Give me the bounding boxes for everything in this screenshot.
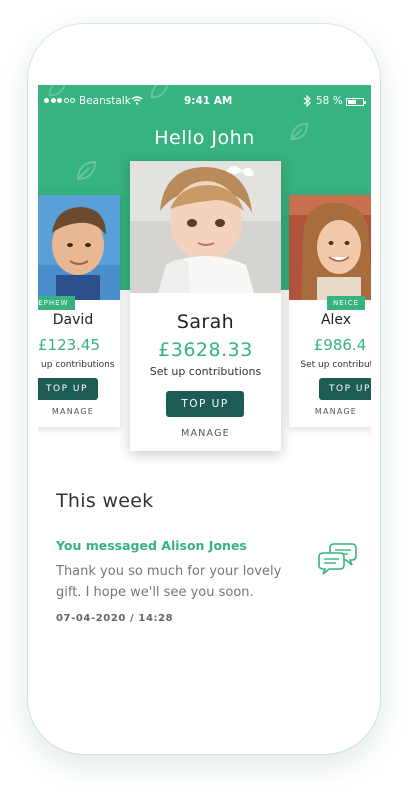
bluetooth-icon [303, 95, 311, 107]
activity-timestamp: 07-04-2020 / 14:28 [56, 613, 174, 624]
child-name: Sarah [176, 311, 235, 333]
carrier-name: Beanstalk [79, 95, 131, 107]
wifi-icon [131, 96, 143, 105]
manage-link[interactable]: MANAGE [130, 428, 281, 439]
child-card-david[interactable]: NEPHEW David £123.45 Set up contribution… [38, 195, 120, 427]
child-balance: £986.4 [313, 336, 367, 354]
child-card-alex[interactable]: NEICE Alex £986.4 Set up contributions T… [289, 195, 371, 427]
child-card-sarah[interactable]: Sarah £3628.33 Set up contributions TOP … [130, 161, 281, 451]
setup-contributions-link[interactable]: Set up contributions [38, 360, 116, 370]
status-bar: Beanstalk 9:41 AM 58 % [38, 85, 371, 119]
top-up-button[interactable]: TOP UP [166, 391, 244, 417]
manage-link[interactable]: MANAGE [38, 407, 120, 416]
child-balance: £3628.33 [158, 339, 253, 361]
top-up-button[interactable]: TOP UP [38, 378, 98, 400]
activity-message: Thank you so much for your lovely gift. … [56, 564, 282, 600]
child-name: David [52, 312, 94, 328]
relationship-badge: NEPHEW [38, 296, 75, 310]
child-balance: £123.45 [38, 336, 101, 354]
section-title: This week [56, 490, 154, 512]
battery-icon [346, 98, 366, 106]
chat-bubbles-icon[interactable] [318, 540, 358, 576]
child-name: Alex [320, 312, 352, 328]
child-photo-alex [289, 195, 371, 300]
signal-strength-icon [44, 98, 75, 103]
battery-percent: 58 % [316, 95, 343, 107]
top-up-button[interactable]: TOP UP [319, 378, 371, 400]
setup-contributions-link[interactable]: Set up contributions [130, 365, 281, 378]
child-photo-sarah [130, 161, 281, 293]
activity-title[interactable]: You messaged Alison Jones [56, 538, 247, 553]
relationship-badge: NEICE [327, 296, 366, 310]
leaf-icon [76, 160, 97, 181]
clock: 9:41 AM [184, 95, 233, 107]
greeting-title: Hello John [154, 127, 255, 149]
app-screen: Beanstalk 9:41 AM 58 % Hello John EPHEW … [38, 85, 371, 705]
manage-link[interactable]: MANAGE [289, 407, 371, 416]
child-photo-david [38, 195, 120, 300]
setup-contributions-link[interactable]: Set up contributions [299, 360, 371, 370]
